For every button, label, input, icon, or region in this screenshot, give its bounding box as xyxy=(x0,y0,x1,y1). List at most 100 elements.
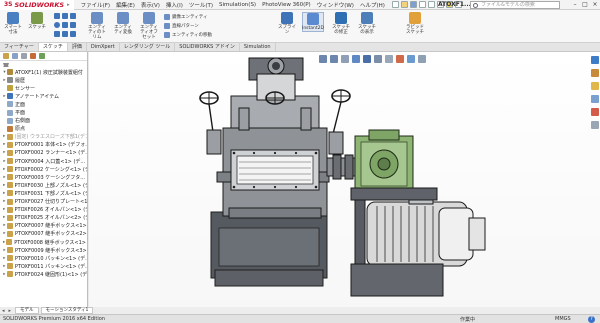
property-manager-tab-icon[interactable] xyxy=(12,53,18,59)
convert-entities-button[interactable]: エンティティ変換 xyxy=(112,12,134,35)
minimize-icon[interactable]: – xyxy=(570,0,580,10)
tree-item[interactable]: ▸ PTOXF0009 継手ボックス<3> xyxy=(2,246,87,254)
component-icon xyxy=(6,133,13,140)
menu-photoview[interactable]: PhotoView 360(P) xyxy=(259,2,314,8)
expand-arrow-icon[interactable]: ▸ xyxy=(2,167,7,172)
menu-view[interactable]: 表示(V) xyxy=(138,1,163,9)
expand-arrow-icon[interactable]: ▸ xyxy=(2,272,7,277)
open-folder-icon[interactable] xyxy=(400,1,408,8)
move-entities-button[interactable]: エンティティの移動 xyxy=(164,32,212,38)
new-document-icon[interactable] xyxy=(391,1,399,8)
quick-snaps-button[interactable]: スケッチの表示 xyxy=(356,12,378,35)
save-icon[interactable] xyxy=(409,1,417,8)
tree-item[interactable]: ▸ PTOXF0025 オイルパン<2> (デ... xyxy=(2,214,87,222)
trim-entities-button[interactable]: エンティティのトリム xyxy=(86,12,108,40)
tree-item[interactable]: ▸ PTOXF0027 仕切りプレート<1> xyxy=(2,198,87,206)
rapid-sketch-button[interactable]: ラピッドスケッチ xyxy=(404,12,426,35)
view-palette-icon[interactable] xyxy=(591,95,599,103)
expand-arrow-icon[interactable]: ▸ xyxy=(2,183,7,188)
spline-button[interactable]: スプライン xyxy=(276,12,298,35)
tree-item-label: PTOXF0007 継手ボックス<2> xyxy=(15,231,87,238)
circle-tools-row[interactable] xyxy=(54,22,76,28)
component-icon xyxy=(7,69,13,76)
expand-arrow-icon[interactable]: ▸ xyxy=(2,134,7,139)
tree-item[interactable]: ▸ PTOXF0003 ケーシングフタ... xyxy=(2,173,87,181)
tree-item[interactable]: ▸ PTOXF0026 オイルパン<1> (デ... xyxy=(2,206,87,214)
tree-item[interactable]: ▸ PTOXF0031 下部ノズル<1> (デ... xyxy=(2,189,87,197)
expand-arrow-icon[interactable]: ▸ xyxy=(2,191,7,196)
menu-tools[interactable]: ツール(T) xyxy=(186,1,216,9)
status-units[interactable]: MMGS xyxy=(555,316,571,322)
tab-simulation[interactable]: Simulation xyxy=(240,43,276,51)
linear-pattern-button[interactable]: 直線パターン xyxy=(164,23,199,29)
menu-edit[interactable]: 編集(E) xyxy=(113,1,138,9)
menu-window[interactable]: ウィンドウ(W) xyxy=(314,1,357,9)
tree-item[interactable]: ▸PTOXF0008 継手ボックス<1> (デ... xyxy=(2,238,87,246)
appearances-icon[interactable] xyxy=(591,108,599,116)
file-explorer-icon[interactable] xyxy=(591,82,599,90)
menu-insert[interactable]: 挿入(I) xyxy=(163,1,186,9)
tree-item[interactable]: 右側面 xyxy=(2,117,87,125)
tree-item[interactable]: ▸ PTOXF0002 ケーシング<1> (デ... xyxy=(2,165,87,173)
tab-scroll-right-icon[interactable]: ▸ xyxy=(7,308,14,314)
tree-item[interactable]: ▾ ATOXF1(1) 液圧試験装置組付 xyxy=(2,68,87,76)
menu-file[interactable]: ファイル(F) xyxy=(78,1,113,9)
undo-icon[interactable] xyxy=(427,1,435,8)
tree-item[interactable]: ▸ PTOXF0010 パッキン<1> (デ... xyxy=(2,254,87,262)
menu-simulation[interactable]: Simulation(S) xyxy=(216,2,259,8)
tree-item[interactable]: ▸ 履歴 xyxy=(2,76,87,84)
solidworks-logo[interactable]: 3S SOLIDWORKS ▸ xyxy=(0,0,74,10)
offset-entities-button[interactable]: エンティティオフセット xyxy=(138,12,160,40)
tree-item[interactable]: ▸ PTOXF0007 継手ボックス<2> xyxy=(2,230,87,238)
mirror-entities-button[interactable]: 鏡像エンティティ xyxy=(164,14,207,20)
logo-chevron-icon[interactable]: ▸ xyxy=(67,2,70,8)
assembly-model[interactable] xyxy=(89,52,600,313)
help-icon[interactable]: ? xyxy=(588,315,595,323)
tab-sketch[interactable]: スケッチ xyxy=(38,43,68,51)
expand-arrow-icon[interactable]: ▸ xyxy=(2,199,7,204)
search-box[interactable]: ファイル&モデルの検索 xyxy=(470,1,560,9)
tree-item[interactable]: ▸ アノテートアイテム xyxy=(2,92,87,100)
dimxpert-tab-icon[interactable] xyxy=(30,53,36,59)
line-tools-row[interactable] xyxy=(54,13,76,19)
feature-tree-tab-icon[interactable] xyxy=(3,53,9,59)
tree-item[interactable]: ▸ PTOXF0024 継固形(1)<1> (デ... xyxy=(2,270,87,278)
print-icon[interactable] xyxy=(418,1,426,8)
tab-addins[interactable]: SOLIDWORKS アドイン xyxy=(175,43,240,51)
tab-model[interactable]: モデル xyxy=(15,307,39,314)
display-manager-tab-icon[interactable] xyxy=(39,53,45,59)
graphics-area[interactable] xyxy=(89,52,600,313)
tree-item[interactable]: ▸ PTOXF0007 継手ボックス<1> xyxy=(2,222,87,230)
tab-dimxpert[interactable]: DimXpert xyxy=(87,43,120,51)
repair-sketch-button[interactable]: スケッチの修正 xyxy=(330,12,352,35)
tree-item[interactable]: ▸ PTOXF0002 ランナー<1> (デ... xyxy=(2,149,87,157)
close-icon[interactable]: × xyxy=(590,0,600,10)
smart-dimension-button[interactable]: スマート寸法 xyxy=(2,12,24,35)
tree-item[interactable]: 平面 xyxy=(2,108,87,116)
tree-item[interactable]: ▸ (固定) ウラエスローズ下部1(デフ... xyxy=(2,133,87,141)
menu-help[interactable]: ヘルプ(H) xyxy=(357,1,388,9)
tree-item[interactable]: ▸ PTOXF0011 パッキン<1> (デ... xyxy=(2,262,87,270)
expand-arrow-icon[interactable]: ▸ xyxy=(2,215,7,220)
tree-item[interactable]: ▸ PTOXF0001 本体<1> (デフォ... xyxy=(2,141,87,149)
solidworks-resources-icon[interactable] xyxy=(591,56,599,64)
tree-item[interactable]: 正面 xyxy=(2,100,87,108)
tree-filter[interactable] xyxy=(0,61,87,68)
tab-evaluate[interactable]: 評価 xyxy=(68,43,87,51)
tab-motion-study[interactable]: モーションスタディ1 xyxy=(40,307,94,314)
component-icon xyxy=(6,255,13,262)
instant2d-button[interactable]: Instant2D xyxy=(302,12,324,32)
tree-item[interactable]: センサー xyxy=(2,84,87,92)
expand-arrow-icon[interactable]: ▸ xyxy=(2,207,7,212)
design-library-icon[interactable] xyxy=(591,69,599,77)
tree-item[interactable]: 原点 xyxy=(2,125,87,133)
custom-properties-icon[interactable] xyxy=(591,121,599,129)
sketch-button[interactable]: スケッチ xyxy=(26,12,48,30)
spline-tools-row[interactable] xyxy=(54,31,76,37)
tab-features[interactable]: フィーチャー xyxy=(0,43,39,51)
configuration-manager-tab-icon[interactable] xyxy=(21,53,27,59)
tab-render-tools[interactable]: レンダリング ツール xyxy=(120,43,176,51)
maximize-icon[interactable]: □ xyxy=(580,0,590,10)
tree-item[interactable]: ▸ PTOXF0030 上部ノズル<1> (デ... xyxy=(2,181,87,189)
tree-item[interactable]: ▸ PTOXF0004 入口蓋<1> (デ... xyxy=(2,157,87,165)
